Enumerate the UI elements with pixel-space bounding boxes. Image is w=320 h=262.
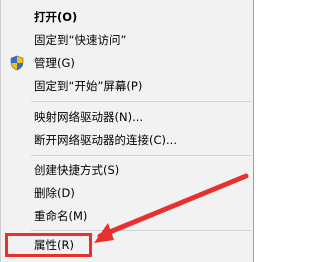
menu-item-pin-start[interactable]: 固定到“开始”屏幕(P) [1, 75, 253, 97]
menu-item-label: 删除(D) [34, 186, 75, 200]
menu-item-delete[interactable]: 删除(D) [1, 182, 253, 204]
menu-item-label: 断开网络驱动器的连接(C)... [34, 133, 177, 147]
menu-item-label: 重命名(M) [34, 209, 88, 223]
menu-item-manage[interactable]: 管理(G) [1, 52, 253, 74]
annotation-highlight-box [5, 233, 92, 257]
menu-separator [31, 155, 251, 156]
uac-shield-icon [10, 55, 24, 71]
menu-item-pin-quick-access[interactable]: 固定到“快速访问” [1, 29, 253, 51]
menu-item-label: 打开(O) [34, 10, 78, 24]
menu-item-open[interactable]: 打开(O) [1, 6, 253, 28]
menu-item-label: 创建快捷方式(S) [34, 163, 120, 177]
menu-item-label: 固定到“快速访问” [34, 33, 127, 47]
menu-item-label: 管理(G) [34, 56, 75, 70]
menu-item-create-shortcut[interactable]: 创建快捷方式(S) [1, 159, 253, 181]
menu-item-rename[interactable]: 重命名(M) [1, 205, 253, 227]
menu-separator [31, 101, 251, 102]
menu-item-label: 固定到“开始”屏幕(P) [34, 79, 143, 93]
menu-item-map-network-drive[interactable]: 映射网络驱动器(N)... [1, 106, 253, 128]
context-menu: 打开(O) 固定到“快速访问” 管理(G) 固定到“开始”屏幕(P) 映射网络驱… [0, 0, 254, 262]
menu-separator [31, 230, 251, 231]
menu-item-disconnect-network-drive[interactable]: 断开网络驱动器的连接(C)... [1, 129, 253, 151]
menu-item-label: 映射网络驱动器(N)... [34, 110, 144, 124]
